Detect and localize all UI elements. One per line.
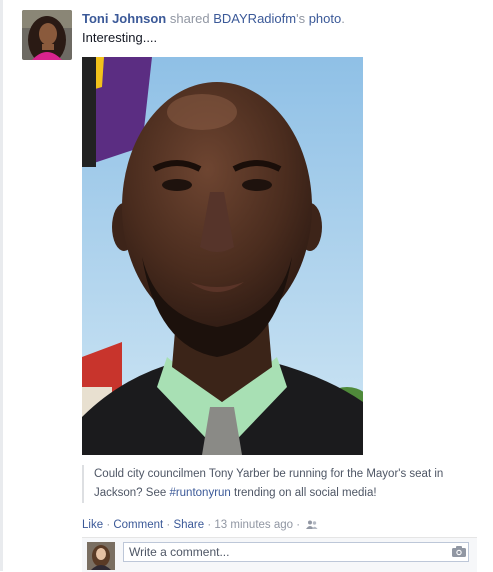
- separator-dot: ·: [106, 519, 111, 531]
- comment-input[interactable]: [123, 542, 469, 562]
- separator-dot: ·: [207, 519, 212, 531]
- possessive-text: 's: [296, 11, 306, 26]
- photo-link[interactable]: photo: [309, 11, 342, 26]
- separator-dot: ·: [166, 519, 171, 531]
- friends-icon[interactable]: [306, 519, 318, 535]
- post-status-text: Interesting....: [82, 30, 158, 45]
- comment-link[interactable]: Comment: [113, 519, 163, 531]
- shared-photo[interactable]: [82, 57, 363, 455]
- share-link[interactable]: Share: [173, 519, 204, 531]
- source-page-link[interactable]: BDAYRadiofm: [213, 11, 296, 26]
- shared-caption: Could city councilmen Tony Yarber be run…: [82, 465, 464, 503]
- author-name-link[interactable]: Toni Johnson: [82, 11, 166, 26]
- post-actions: Like · Comment · Share · 13 minutes ago …: [82, 517, 318, 535]
- camera-icon[interactable]: [452, 546, 466, 560]
- caption-text-2: trending on all social media!: [230, 487, 377, 499]
- hashtag-link[interactable]: #runtonyrun: [169, 487, 230, 499]
- shared-text: shared: [169, 11, 210, 26]
- viewer-avatar: [87, 542, 115, 570]
- comment-composer: [82, 537, 477, 572]
- post-header: Toni Johnson shared BDAYRadiofm's photo.: [82, 11, 345, 27]
- separator-dot: ·: [296, 519, 301, 531]
- like-link[interactable]: Like: [82, 519, 103, 531]
- period-text: .: [341, 11, 345, 26]
- author-avatar[interactable]: [22, 10, 72, 60]
- page-edge: [0, 0, 3, 571]
- timestamp-link[interactable]: 13 minutes ago: [214, 519, 293, 531]
